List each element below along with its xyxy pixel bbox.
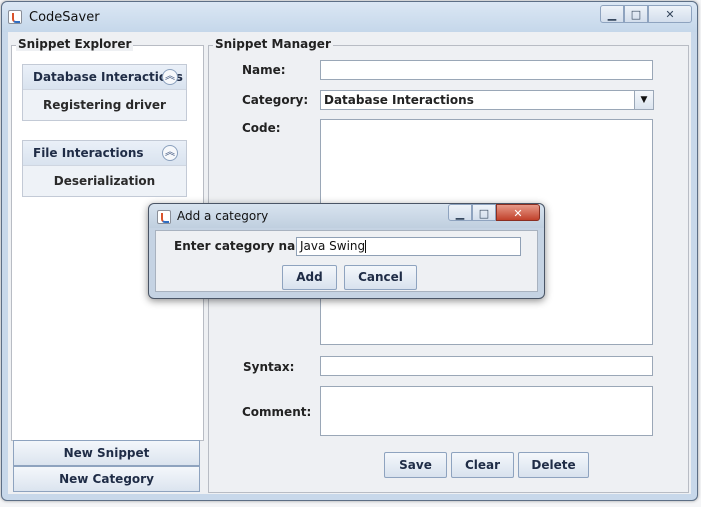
close-icon: ✕ [665,8,675,21]
category-title: File Interactions [33,146,144,160]
snippet-item[interactable]: Deserialization [23,166,186,196]
category-header[interactable]: File Interactions ︽ [23,141,186,166]
delete-button[interactable]: Delete [518,452,589,478]
category-select-value: Database Interactions [324,93,474,107]
name-input[interactable] [320,60,653,80]
main-titlebar[interactable]: CodeSaver ▁ □ ✕ [2,2,697,32]
syntax-label: Syntax: [243,360,295,374]
dialog-maximize-button[interactable]: □ [472,204,496,221]
maximize-icon: □ [478,207,490,220]
dialog-minimize-button[interactable]: ▁ [448,204,472,221]
window-title: CodeSaver [29,10,100,25]
minimize-button[interactable]: ▁ [600,5,624,23]
syntax-input[interactable] [320,356,653,376]
window-controls: ▁ □ ✕ [600,5,692,23]
snippet-item[interactable]: Registering driver [23,90,186,120]
category-name-value: Java Swing [300,239,366,253]
cancel-button[interactable]: Cancel [344,265,417,290]
dialog-close-button[interactable]: ✕ [496,204,540,221]
save-button[interactable]: Save [384,452,447,478]
maximize-icon: □ [630,8,642,21]
category-select[interactable]: Database Interactions ▼ [320,90,654,110]
dialog-window-controls: ▁ □ ✕ [448,204,540,222]
minimize-icon: ▁ [455,207,465,220]
comment-label: Comment: [242,405,312,419]
dialog-title: Add a category [177,209,269,223]
minimize-icon: ▁ [607,8,617,21]
dialog-body: Enter category name Java Swing Add Cance… [155,230,538,292]
code-label: Code: [242,121,281,135]
chevron-down-icon[interactable]: ▼ [634,91,653,109]
dialog-titlebar[interactable]: Add a category ▁ □ ✕ [149,204,544,228]
name-label: Name: [242,63,286,77]
maximize-button[interactable]: □ [624,5,648,23]
category-header[interactable]: Database Interactions ︽ [23,65,186,90]
close-button[interactable]: ✕ [648,5,692,23]
new-snippet-button[interactable]: New Snippet [13,440,200,466]
category-panel-file: File Interactions ︽ Deserialization [22,140,187,197]
collapse-chevron-icon[interactable]: ︽ [162,69,178,85]
category-panel-database: Database Interactions ︽ Registering driv… [22,64,187,121]
new-category-button[interactable]: New Category [13,466,200,492]
category-name-input[interactable]: Java Swing [296,237,521,256]
add-category-dialog: Add a category ▁ □ ✕ Enter category name… [148,203,545,299]
close-icon: ✕ [513,207,523,220]
java-app-icon [8,10,22,24]
collapse-chevron-icon[interactable]: ︽ [162,145,178,161]
clear-button[interactable]: Clear [451,452,514,478]
manager-title: Snippet Manager [213,37,333,51]
category-title: Database Interactions [33,70,183,84]
add-button[interactable]: Add [282,265,337,290]
category-name-prompt: Enter category name [174,239,316,253]
category-label: Category: [242,93,309,107]
java-app-icon [157,210,171,224]
explorer-title: Snippet Explorer [16,37,134,51]
comment-textarea[interactable] [320,386,653,436]
text-caret [365,240,367,253]
